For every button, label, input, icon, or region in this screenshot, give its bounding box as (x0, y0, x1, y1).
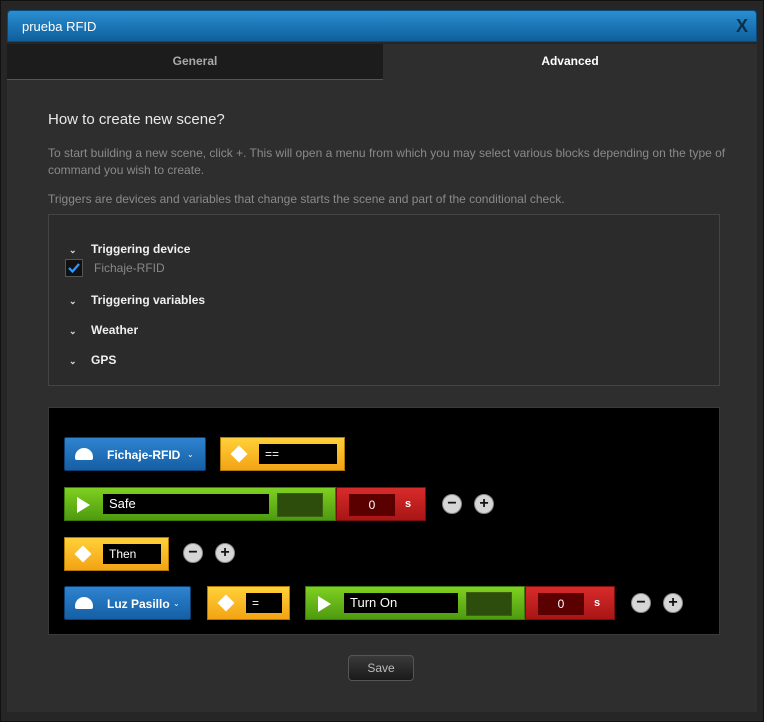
advanced-panel: How to create new scene? To start buildi… (7, 80, 757, 712)
value-color-swatch[interactable] (277, 493, 323, 517)
action-delay-unit: s (594, 597, 601, 609)
tab-advanced[interactable]: Advanced (383, 44, 757, 80)
then-field: Then (103, 544, 161, 564)
delay-unit: s (405, 498, 412, 510)
triggers-description: Triggers are devices and variables that … (48, 192, 565, 206)
section-heading: How to create new scene? (48, 111, 225, 128)
play-icon (77, 497, 90, 513)
gps-label: GPS (91, 353, 117, 367)
add-action-block-button[interactable]: + (663, 593, 683, 613)
device-icon (75, 448, 93, 460)
action-operator-block[interactable]: = (207, 586, 290, 620)
minus-icon: − (636, 594, 646, 611)
operator-field[interactable]: == (259, 444, 337, 464)
operator-block[interactable]: == (220, 437, 345, 471)
device-icon (75, 597, 93, 609)
action-delay-field[interactable]: 0 (538, 593, 584, 615)
checkbox-label: Fichaje-RFID (94, 261, 165, 275)
save-button[interactable]: Save (348, 655, 414, 681)
weather-toggle[interactable]: ⌄ Weather (69, 323, 138, 337)
scene-dialog: prueba RFID X General Advanced How to cr… (0, 0, 764, 722)
action-block[interactable]: Turn On (305, 586, 525, 620)
diamond-icon (217, 594, 235, 612)
tab-general[interactable]: General (7, 44, 383, 80)
play-icon (318, 596, 331, 612)
delay-block[interactable]: 0 s (336, 487, 426, 521)
action-delay-block[interactable]: 0 s (525, 586, 615, 620)
triggering-variables-toggle[interactable]: ⌄ Triggering variables (69, 293, 205, 307)
minus-icon: − (447, 495, 457, 512)
action-operator-field[interactable]: = (246, 593, 282, 613)
delay-field[interactable]: 0 (349, 494, 395, 516)
add-action-button[interactable]: + (215, 543, 235, 563)
close-button[interactable]: X (736, 16, 748, 37)
value-block[interactable]: Safe (64, 487, 336, 521)
device-block-name: Luz Pasillo (107, 597, 170, 611)
diamond-icon (74, 545, 92, 563)
plus-icon: + (479, 495, 489, 512)
instructions-text: To start building a new scene, click +. … (48, 146, 726, 177)
remove-action-button[interactable]: − (631, 593, 651, 613)
gps-toggle[interactable]: ⌄ GPS (69, 353, 116, 367)
dialog-title: prueba RFID (22, 19, 97, 34)
device-block-fichaje-rfid[interactable]: Fichaje-RFID ⌄ (64, 437, 206, 471)
action-field[interactable]: Turn On (344, 593, 458, 613)
plus-icon: + (220, 544, 230, 561)
fichaje-rfid-checkbox[interactable] (65, 259, 83, 277)
chevron-down-icon: ⌄ (69, 356, 77, 366)
plus-icon: + (668, 594, 678, 611)
add-block-button[interactable]: + (474, 494, 494, 514)
chevron-down-icon: ⌄ (69, 296, 77, 306)
minus-icon: − (188, 544, 198, 561)
triggers-panel: ⌄ Triggering device Fichaje-RFID ⌄ Trigger… (48, 214, 720, 386)
chevron-down-icon: ⌄ (69, 245, 77, 255)
device-block-name: Fichaje-RFID (107, 448, 181, 462)
scene-canvas: Fichaje-RFID ⌄ == Safe 0 s − + Then − + … (48, 407, 720, 635)
diamond-icon (230, 445, 248, 463)
weather-label: Weather (91, 323, 139, 337)
checkmark-icon (68, 263, 80, 274)
tab-bar: General Advanced (7, 44, 757, 80)
dialog-titlebar: prueba RFID X (7, 10, 757, 42)
device-block-luz-pasillo[interactable]: Luz Pasillo ⌄ (64, 586, 191, 620)
triggering-device-label: Triggering device (91, 242, 191, 256)
chevron-down-icon: ⌄ (173, 599, 180, 608)
remove-then-button[interactable]: − (183, 543, 203, 563)
remove-row-button[interactable]: − (442, 494, 462, 514)
chevron-down-icon: ⌄ (187, 450, 194, 459)
value-field[interactable]: Safe (103, 494, 269, 514)
triggering-variables-label: Triggering variables (91, 293, 206, 307)
action-color-swatch[interactable] (466, 592, 512, 616)
chevron-down-icon: ⌄ (69, 326, 77, 336)
then-block[interactable]: Then (64, 537, 169, 571)
triggering-device-toggle[interactable]: ⌄ Triggering device (69, 242, 190, 256)
